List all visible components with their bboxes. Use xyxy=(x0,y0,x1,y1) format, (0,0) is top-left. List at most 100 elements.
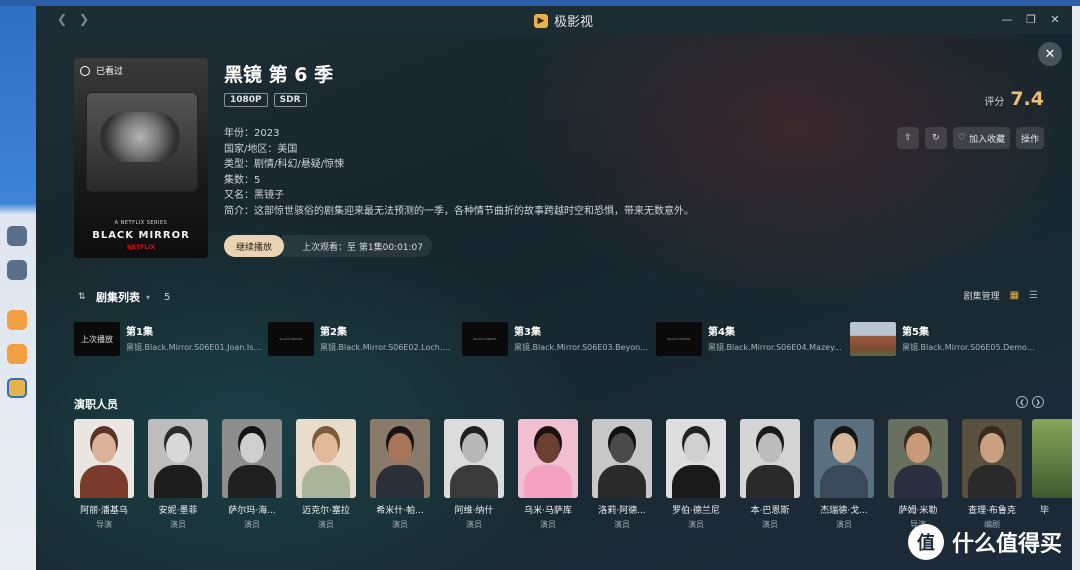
refresh-icon: ↻ xyxy=(932,133,940,143)
chevron-left-icon[interactable]: ❮ xyxy=(1016,396,1028,408)
cast-photo-head xyxy=(462,433,486,463)
episode-thumbnail xyxy=(850,322,896,356)
cast-card[interactable]: 查理·布鲁克 编剧 xyxy=(962,419,1022,530)
cast-card[interactable]: 萨姆·米勒导演 xyxy=(888,419,948,530)
cast-section-title: 演职人员 xyxy=(74,398,118,411)
episode-card[interactable]: BLACK MIRROR 第3集 黑镜.Black.Mirror.S06E03.… xyxy=(462,322,656,358)
episode-card[interactable]: 第5集 黑镜.Black.Mirror.S06E05.Demon.79 xyxy=(850,322,1044,358)
circle-icon xyxy=(80,65,90,76)
forward-icon[interactable]: ❯ xyxy=(76,11,92,27)
cast-photo-partial[interactable] xyxy=(1032,419,1072,498)
cast-photo-body xyxy=(524,465,572,498)
cast-card[interactable]: 萨尔玛·海... 演员 xyxy=(222,419,282,530)
quality-badges: 1080P SDR xyxy=(224,93,307,107)
chevron-down-icon[interactable]: ▾ xyxy=(146,293,150,302)
back-icon[interactable]: ❮ xyxy=(54,11,70,27)
episode-section-title[interactable]: 剧集列表 xyxy=(96,289,140,305)
cast-name: 杰瑞德·戈... xyxy=(820,506,868,516)
show-meta: 年份：2023 国家/地区：美国 类型：剧情/科幻/悬疑/惊悚 集数：5 又名：… xyxy=(224,126,694,219)
watermark: 值 什么值得买 xyxy=(908,524,1062,560)
episode-card[interactable]: BLACK MIRROR 第4集 黑镜.Black.Mirror.S06E04.… xyxy=(656,322,850,358)
cast-card[interactable]: 迈克尔·塞拉 演员 xyxy=(296,419,356,530)
dynamic-range-badge: SDR xyxy=(273,93,307,107)
favorite-label: 加入收藏 xyxy=(968,134,1005,145)
cast-role: 演员 xyxy=(392,520,408,529)
episode-card[interactable]: BLACK MIRROR 第2集 黑镜.Black.Mirror.S06E02.… xyxy=(268,322,462,358)
cast-photo-head xyxy=(906,433,930,463)
cast-photo-body xyxy=(154,465,202,498)
sort-icon[interactable]: ⇅ xyxy=(78,292,90,302)
close-detail-button[interactable]: ✕ xyxy=(1038,42,1062,66)
cast-list: 阿丽·潘基乌 导演 安妮·墨菲 演员 萨尔玛·海... 演员 迈克尔·塞拉 演员 希米什·帕..… xyxy=(74,419,1022,530)
share-button[interactable]: ⇧ xyxy=(896,127,919,149)
cast-card[interactable]: 阿丽·潘基乌 导演 xyxy=(74,419,134,530)
cast-photo-head xyxy=(832,433,856,463)
close-window-icon[interactable]: ✕ xyxy=(1048,11,1062,27)
cast-name: 查理·布鲁克 xyxy=(968,506,1016,516)
episode-name: 第4集 xyxy=(708,327,735,338)
cast-card[interactable]: 安妮·墨菲演员 xyxy=(148,419,208,530)
cast-photo-body xyxy=(746,465,794,498)
cast-photo xyxy=(888,419,948,498)
app-icon[interactable] xyxy=(7,310,27,330)
apps-grid-icon[interactable] xyxy=(7,260,27,280)
cast-card[interactable]: 希米什·帕... 演员 xyxy=(370,419,430,530)
cast-card[interactable]: 乌米·马萨库 演员 xyxy=(518,419,578,530)
episode-file: 黑镜.Black.Mirror.S06E03.Beyond.the.Sea xyxy=(514,343,650,352)
cast-role: 导演 xyxy=(96,520,112,529)
cast-name: 乌米·马萨库 xyxy=(524,506,572,516)
cast-card[interactable]: 洛莉·阿德... 演员 xyxy=(592,419,652,530)
episode-manage-button[interactable]: 剧集管理 xyxy=(964,289,1000,302)
episode-name: 第3集 xyxy=(514,327,541,338)
poster-brand: NETFLIX xyxy=(127,244,155,251)
cast-name: 本·巴恩斯 xyxy=(750,506,790,516)
list-view-icon[interactable]: ☰ xyxy=(1029,290,1038,301)
media-app-icon[interactable] xyxy=(7,378,27,398)
episode-file: 黑镜.Black.Mirror.S06E05.Demon.79 xyxy=(902,343,1038,352)
window-controls: — ❐ ✕ xyxy=(1000,11,1062,27)
episode-card[interactable]: 上次播放 第1集 黑镜.Black.Mirror.S06E01.Joan.Is.… xyxy=(74,322,268,358)
episode-file: 黑镜.Black.Mirror.S06E04.Mazey.Day xyxy=(708,343,844,352)
cast-card[interactable]: 阿维·纳什 演员 xyxy=(444,419,504,530)
cast-name: 安妮·墨菲 xyxy=(158,506,198,516)
operate-button[interactable]: 操作 xyxy=(1015,127,1044,149)
cast-card[interactable]: 罗伯·德兰尼 演员 xyxy=(666,419,726,530)
episode-thumbnail: BLACK MIRROR xyxy=(268,322,314,356)
cast-photo-head xyxy=(610,433,634,463)
cast-photo-body xyxy=(80,465,128,498)
cast-card[interactable]: 杰瑞德·戈... 演员 xyxy=(814,419,874,530)
app-title: ▶ 极影视 xyxy=(534,11,593,30)
meta-region: 国家/地区：美国 xyxy=(224,143,298,155)
meta-genre: 类型：剧情/科幻/悬疑/惊悚 xyxy=(224,159,345,170)
meta-synopsis: 简介：这部惊世骇俗的剧集迎来最无法预测的一季，各种情节曲折的故事跨越时空和恐惧，… xyxy=(224,205,694,217)
cast-scroll-arrows: ❮ ❯ xyxy=(1016,396,1044,408)
cast-photo-head xyxy=(388,433,412,463)
continue-play-button[interactable]: 继续播放 xyxy=(224,235,285,257)
cast-name: 阿丽·潘基乌 xyxy=(80,506,128,516)
desktop-edge xyxy=(1072,6,1080,570)
monitor-icon[interactable] xyxy=(7,226,27,246)
app-icon[interactable] xyxy=(7,344,27,364)
cast-photo-head xyxy=(684,433,708,463)
restore-icon[interactable]: ❐ xyxy=(1024,11,1038,27)
grid-view-icon[interactable]: ▦ xyxy=(1010,290,1019,301)
watermark-logo: 值 xyxy=(908,524,944,560)
watched-label: 已看过 xyxy=(96,67,124,77)
cast-name: 迈克尔·塞拉 xyxy=(302,506,350,516)
cast-photo-body xyxy=(672,465,720,498)
minimize-icon[interactable]: — xyxy=(1000,11,1014,27)
cast-role: 演员 xyxy=(170,520,186,529)
refresh-button[interactable]: ↻ xyxy=(924,127,947,149)
add-favorite-button[interactable]: ♡ 加入收藏 xyxy=(952,127,1010,149)
cast-card[interactable]: 本·巴恩斯 演员 xyxy=(740,419,800,530)
last-watched: 上次观看：至 第1集00:01:07 xyxy=(282,235,432,257)
chevron-right-icon[interactable]: ❯ xyxy=(1032,396,1044,408)
cast-name-partial: 毕 xyxy=(1040,506,1050,516)
watermark-text: 什么值得买 xyxy=(952,532,1063,557)
cast-role: 演员 xyxy=(836,520,852,529)
poster-crack xyxy=(100,112,180,162)
cast-role: 演员 xyxy=(540,520,556,529)
action-bar: ⇧ ↻ ♡ 加入收藏 操作 xyxy=(896,127,1044,149)
cast-photo xyxy=(518,419,578,498)
cast-photo xyxy=(666,419,726,498)
